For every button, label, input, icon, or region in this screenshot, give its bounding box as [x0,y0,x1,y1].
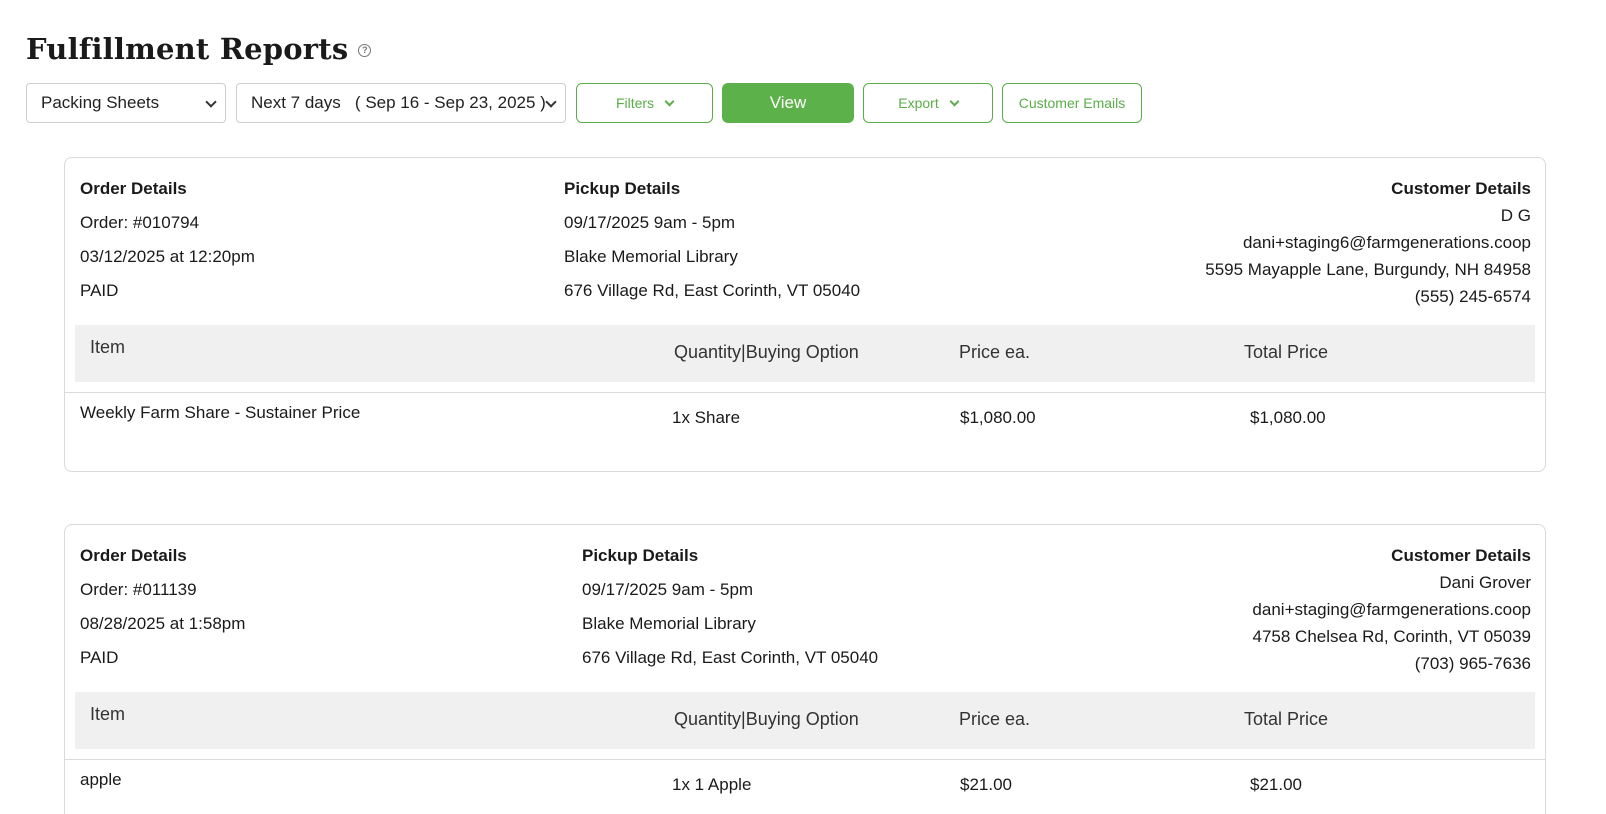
date-range-select[interactable]: Next 7 days ( Sep 16 - Sep 23, 2025 ) [236,83,566,123]
chevron-down-icon [949,96,960,106]
order-details-heading: Order Details [80,179,187,198]
order-status: PAID [80,648,119,667]
customer-phone: (703) 965-7636 [1414,654,1531,673]
chevron-down-icon [664,96,675,106]
pickup-details: Pickup Details 09/17/2025 9am - 5pm Blak… [564,179,860,315]
pickup-location: Blake Memorial Library [564,247,738,266]
header-price-each: Price ea. [959,709,1031,729]
pickup-details: Pickup Details 09/17/2025 9am - 5pm Blak… [582,546,878,682]
order-number: Order: #011139 [80,580,197,599]
header-item: Item [90,704,126,724]
order-card: Order Details Order: #011139 08/28/2025 … [64,524,1546,814]
pickup-details-heading: Pickup Details [564,179,681,198]
pickup-location: Blake Memorial Library [582,614,756,633]
header-price-each: Price ea. [959,342,1031,362]
row-price-each: $21.00 [960,775,1012,794]
customer-email: dani+staging6@farmgenerations.coop [1242,233,1531,252]
customer-phone: (555) 245-6574 [1414,287,1531,306]
header-quantity: Quantity|Buying Option [674,342,859,362]
order-details: Order Details Order: #011139 08/28/2025 … [80,546,245,682]
export-label: Export [898,95,939,111]
filters-label: Filters [615,95,655,111]
order-details-heading: Order Details [80,546,187,565]
order-card: Order Details Order: #010794 03/12/2025 … [64,157,1546,472]
customer-emails-button[interactable]: Customer Emails [1002,83,1142,123]
pickup-time: 09/17/2025 9am - 5pm [582,580,754,599]
items-table-header: Item Quantity|Buying Option Price ea. To… [75,325,1535,382]
pickup-address: 676 Village Rd, East Corinth, VT 05040 [582,648,879,667]
order-number: Order: #010794 [80,213,200,232]
order-status: PAID [80,281,119,300]
export-button[interactable]: Export [863,83,993,123]
header-total-price: Total Price [1244,342,1329,362]
customer-emails-label: Customer Emails [1018,95,1126,111]
page-title: Fulfillment Reports [26,32,349,66]
customer-name: D G [1500,206,1531,225]
view-button[interactable]: View [722,83,854,123]
pickup-time: 09/17/2025 9am - 5pm [564,213,736,232]
order-details: Order Details Order: #010794 03/12/2025 … [80,179,255,315]
row-total: $1,080.00 [1250,408,1326,427]
customer-details: Customer Details Dani Grover dani+stagin… [1252,546,1531,681]
report-type-select[interactable]: Packing Sheets [26,83,226,123]
date-range-value: Next 7 days ( Sep 16 - Sep 23, 2025 ) [251,93,546,112]
row-quantity: 1x 1 Apple [672,775,752,794]
view-label: View [769,93,807,112]
customer-address: 4758 Chelsea Rd, Corinth, VT 05039 [1252,627,1531,646]
question-circle-icon[interactable]: ? [358,43,372,57]
header-total-price: Total Price [1244,709,1329,729]
filters-button[interactable]: Filters [576,83,713,123]
customer-details-heading: Customer Details [1391,546,1531,565]
pickup-address: 676 Village Rd, East Corinth, VT 05040 [564,281,861,300]
order-date: 08/28/2025 at 1:58pm [80,614,246,633]
customer-name: Dani Grover [1439,573,1531,592]
chevron-down-icon [545,96,557,108]
report-type-value: Packing Sheets [41,93,160,112]
order-date: 03/12/2025 at 12:20pm [80,247,255,266]
row-price-each: $1,080.00 [960,408,1036,427]
customer-address: 5595 Mayapple Lane, Burgundy, NH 84958 [1205,260,1531,279]
row-item: apple [80,770,122,789]
chevron-down-icon [205,96,217,108]
items-table-header: Item Quantity|Buying Option Price ea. To… [75,692,1535,749]
header-quantity: Quantity|Buying Option [674,709,859,729]
table-divider [65,759,1545,760]
table-divider [65,392,1545,393]
pickup-details-heading: Pickup Details [582,546,699,565]
customer-details-heading: Customer Details [1391,179,1531,198]
header-item: Item [90,337,126,357]
row-quantity: 1x Share [672,408,741,427]
row-total: $21.00 [1250,775,1302,794]
customer-email: dani+staging@farmgenerations.coop [1252,600,1531,619]
page-header: Fulfillment Reports ? [26,32,372,66]
row-item: Weekly Farm Share - Sustainer Price [80,403,361,422]
customer-details: Customer Details D G dani+staging6@farmg… [1205,179,1531,314]
